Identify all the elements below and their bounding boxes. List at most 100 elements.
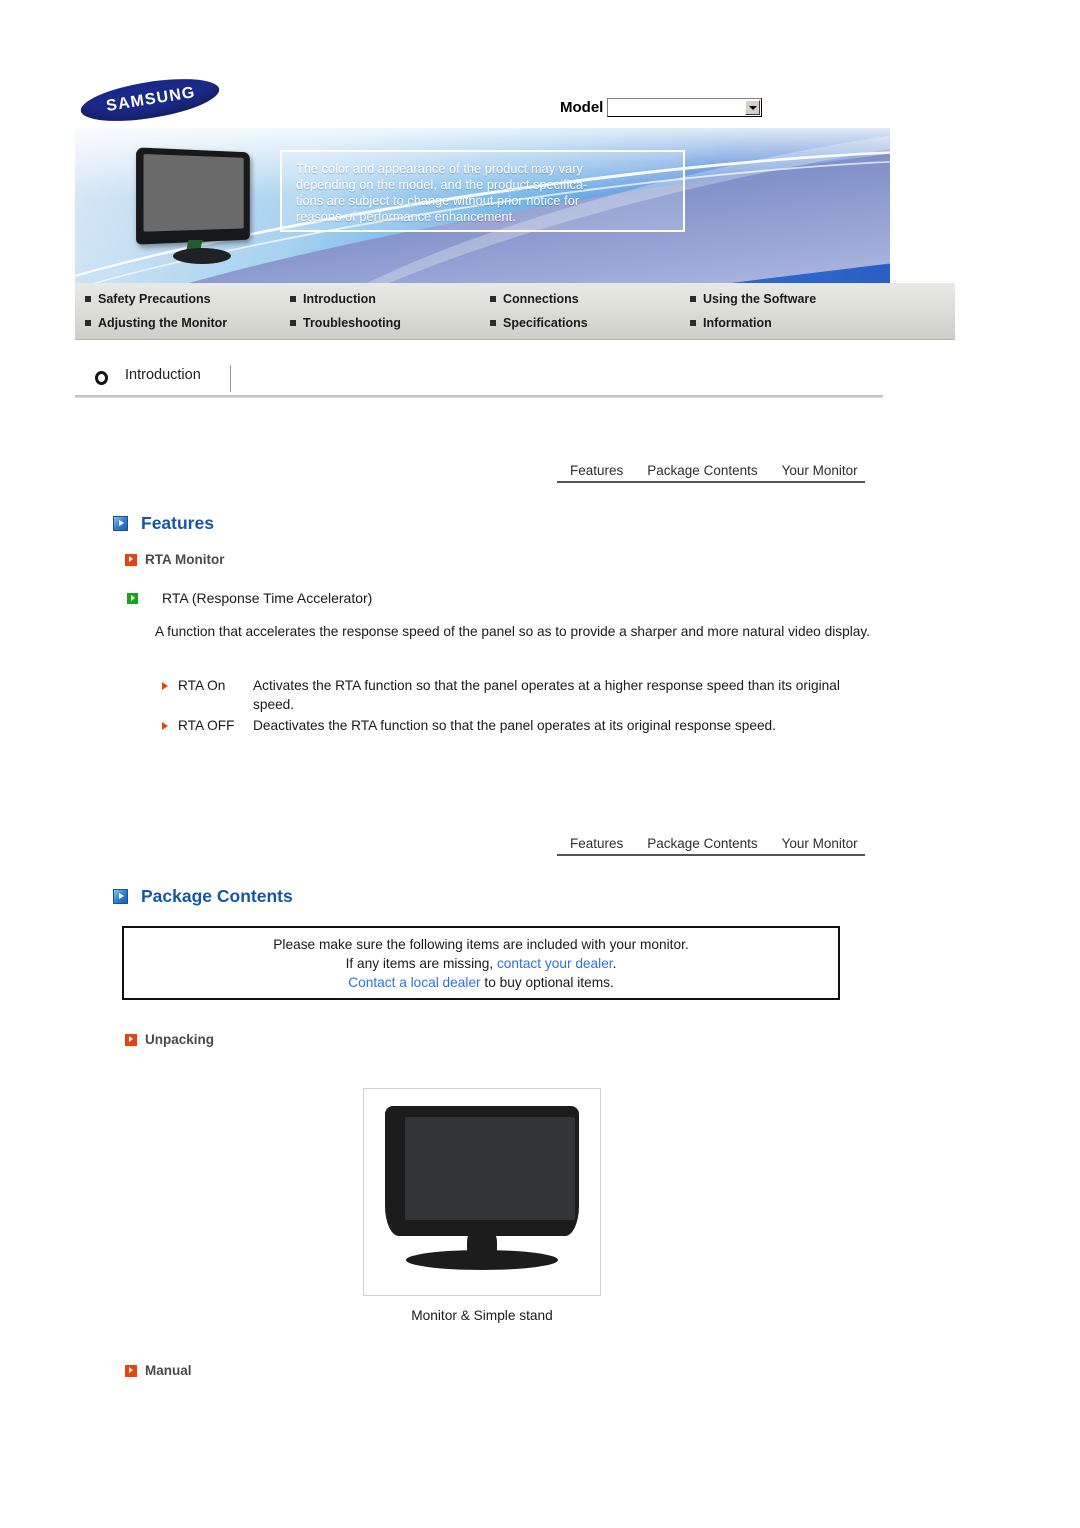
subsection-heading-manual: Manual	[125, 1363, 192, 1378]
rta-mode-list: RTA On Activates the RTA function so tha…	[162, 676, 882, 737]
nav-label: Specifications	[503, 316, 588, 330]
feature-bullet-rta: RTA (Response Time Accelerator)	[127, 590, 372, 606]
model-dropdown[interactable]	[607, 98, 763, 117]
bullet-square-icon	[490, 296, 496, 302]
sub-tabs-rule	[557, 481, 865, 483]
orange-arrow-icon	[162, 716, 178, 735]
orange-chevron-icon	[125, 1033, 137, 1046]
section-title: Package Contents	[141, 886, 293, 906]
samsung-logo: SAMSUNG	[78, 71, 222, 129]
subsection-heading-rta-monitor: RTA Monitor	[125, 552, 224, 567]
manual-page: SAMSUNG Model The color and appearance o…	[0, 0, 1080, 1528]
tab-package-contents[interactable]: Package Contents	[647, 463, 757, 478]
rta-mode-description: Activates the RTA function so that the p…	[253, 678, 840, 712]
nav-item-specifications[interactable]: Specifications	[490, 316, 588, 330]
nav-label: Adjusting the Monitor	[98, 316, 228, 330]
feature-bullet-label: RTA (Response Time Accelerator)	[162, 590, 373, 606]
notice-line-2: If any items are missing, contact your d…	[346, 954, 617, 973]
package-notice-box: Please make sure the following items are…	[122, 926, 840, 1000]
banner-notice-line-4: reasons of performance enhancement.	[296, 210, 516, 224]
sub-tabs-package-contents: Features Package Contents Your Monitor	[570, 829, 858, 851]
monitor-bezel	[385, 1106, 579, 1236]
contact-local-dealer-link[interactable]: Contact a local dealer	[348, 975, 480, 990]
breadcrumb-rule	[75, 395, 883, 398]
banner-notice-line-2: depending on the model, and the product …	[296, 178, 588, 192]
breadcrumb-divider	[230, 365, 231, 392]
notice-line-2-pre: If any items are missing,	[345, 955, 497, 971]
subsection-title: RTA Monitor	[145, 552, 225, 567]
chevron-down-icon[interactable]	[745, 100, 761, 115]
banner-notice-line-1: The color and appearance of the product …	[296, 162, 583, 176]
nav-item-safety-precautions[interactable]: Safety Precautions	[85, 292, 211, 306]
features-paragraph: A function that accelerates the response…	[155, 624, 870, 639]
section-heading-package-contents: Package Contents	[113, 886, 293, 907]
nav-label: Introduction	[303, 292, 376, 306]
rta-mode-term: RTA OFF	[178, 718, 235, 733]
orange-arrow-icon	[162, 676, 178, 695]
tab-your-monitor[interactable]: Your Monitor	[782, 836, 858, 851]
banner-notice-line-3: tions are subject to change without prio…	[296, 194, 580, 208]
orange-chevron-icon	[125, 1364, 137, 1377]
breadcrumb: Introduction	[85, 365, 885, 395]
nav-label: Troubleshooting	[303, 316, 401, 330]
rta-mode-description: Deactivates the RTA function so that the…	[253, 718, 776, 733]
nav-item-adjusting-the-monitor[interactable]: Adjusting the Monitor	[85, 316, 227, 330]
notice-line-1: Please make sure the following items are…	[273, 936, 689, 952]
section-title: Features	[141, 513, 214, 533]
page-header: SAMSUNG	[75, 71, 955, 129]
nav-item-using-the-software[interactable]: Using the Software	[690, 292, 816, 306]
nav-label: Using the Software	[703, 292, 817, 306]
tab-features[interactable]: Features	[570, 836, 623, 851]
monitor-screen	[405, 1117, 575, 1220]
banner-monitor-screen	[143, 153, 244, 232]
hero-banner: The color and appearance of the product …	[75, 128, 890, 283]
banner-monitor-bezel	[136, 147, 250, 245]
section-heading-features: Features	[113, 513, 214, 534]
bullet-square-icon	[290, 320, 296, 326]
nav-item-introduction[interactable]: Introduction	[290, 292, 376, 306]
tab-your-monitor[interactable]: Your Monitor	[782, 463, 858, 478]
unpacking-item-image-box	[363, 1088, 601, 1296]
notice-line-2-post: .	[612, 955, 617, 971]
model-label: Model	[560, 99, 604, 116]
rta-mode-row: RTA OFF Deactivates the RTA function so …	[162, 716, 882, 735]
nav-item-connections[interactable]: Connections	[490, 292, 579, 306]
nav-label: Information	[703, 316, 772, 330]
banner-monitor-base	[173, 248, 231, 264]
nav-label: Connections	[503, 292, 579, 306]
blue-chevron-icon	[113, 516, 128, 531]
nav-item-troubleshooting[interactable]: Troubleshooting	[290, 316, 401, 330]
bullet-square-icon	[85, 296, 91, 302]
bullet-square-icon	[690, 296, 696, 302]
green-chevron-icon	[127, 592, 138, 604]
circle-ring-icon	[95, 371, 108, 385]
breadcrumb-label: Introduction	[125, 367, 201, 383]
nav-label: Safety Precautions	[98, 292, 211, 306]
tab-features[interactable]: Features	[570, 463, 623, 478]
banner-notice: The color and appearance of the product …	[280, 150, 685, 232]
nav-item-information[interactable]: Information	[690, 316, 772, 330]
orange-chevron-icon	[125, 553, 137, 566]
notice-line-3-post: to buy optional items.	[480, 974, 614, 990]
subsection-title: Unpacking	[145, 1032, 215, 1047]
subsection-heading-unpacking: Unpacking	[125, 1032, 214, 1047]
model-selector[interactable]: Model	[560, 98, 763, 117]
rta-mode-row: RTA On Activates the RTA function so tha…	[162, 676, 882, 714]
tab-package-contents[interactable]: Package Contents	[647, 836, 757, 851]
monitor-base	[406, 1250, 558, 1270]
sub-tabs-features: Features Package Contents Your Monitor	[570, 456, 858, 478]
blue-chevron-icon	[113, 889, 128, 904]
bullet-square-icon	[690, 320, 696, 326]
rta-mode-term: RTA On	[178, 678, 226, 693]
main-navigation: Safety Precautions Introduction Connecti…	[75, 283, 955, 340]
contact-your-dealer-link[interactable]: contact your dealer	[497, 956, 613, 971]
monitor-illustration	[377, 1106, 587, 1278]
subsection-title: Manual	[145, 1363, 192, 1378]
sub-tabs-rule	[557, 854, 865, 856]
bullet-square-icon	[290, 296, 296, 302]
notice-line-3: Contact a local dealer to buy optional i…	[348, 973, 614, 992]
unpacking-item-caption: Monitor & Simple stand	[411, 1308, 553, 1323]
bullet-square-icon	[490, 320, 496, 326]
banner-monitor-image	[136, 147, 257, 268]
bullet-square-icon	[85, 320, 91, 326]
